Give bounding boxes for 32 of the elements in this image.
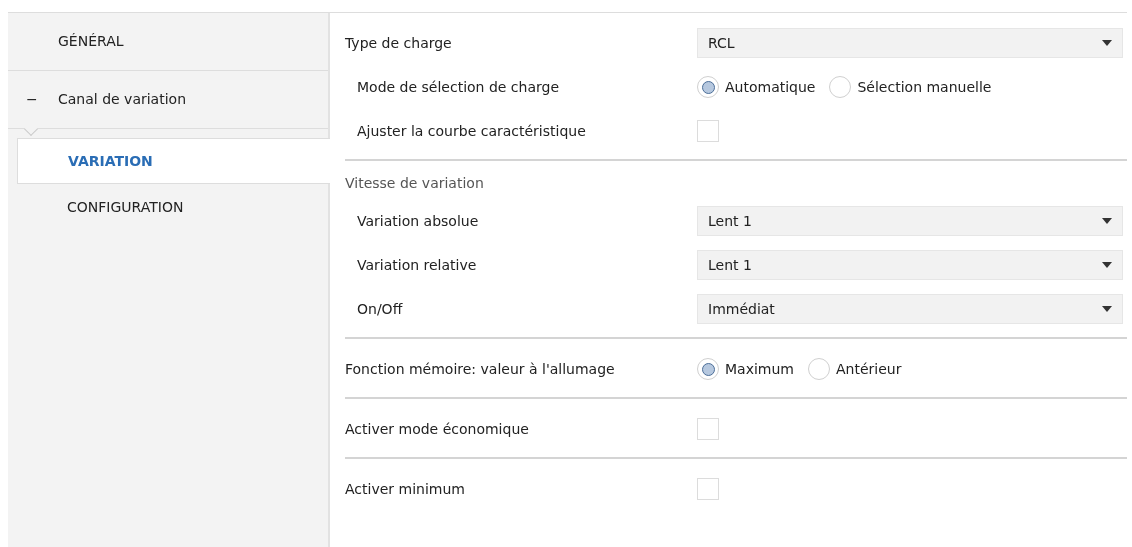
dropdown[interactable]: Lent 1: [697, 250, 1123, 280]
checkbox[interactable]: [697, 478, 719, 500]
field-label: Variation relative: [356, 255, 478, 275]
sidebar-subitem[interactable]: VARIATION: [17, 138, 330, 184]
radio-label[interactable]: Automatique: [725, 76, 816, 98]
field-label: Type de charge: [345, 33, 453, 53]
dropdown[interactable]: Lent 1: [697, 206, 1123, 236]
sidebar-item[interactable]: GÉNÉRAL: [8, 13, 328, 71]
radio-label[interactable]: Sélection manuelle: [857, 76, 992, 98]
field-label: Activer mode économique: [345, 419, 530, 439]
radio-label[interactable]: Antérieur: [836, 358, 902, 380]
sidebar-subitem[interactable]: CONFIGURATION: [17, 184, 328, 230]
field-label: Fonction mémoire: valeur à l'allumage: [345, 359, 616, 379]
caret-icon: [1102, 306, 1112, 312]
radio-button[interactable]: [808, 358, 830, 380]
dropdown[interactable]: RCL: [697, 28, 1123, 58]
caret-icon: [1102, 262, 1112, 268]
radio-button[interactable]: [697, 76, 719, 98]
field-label: On/Off: [356, 299, 404, 319]
caret-icon: [1102, 218, 1112, 224]
field-label: Variation absolue: [356, 211, 480, 231]
field-label: Ajuster la courbe caractéristique: [356, 121, 587, 141]
radio-label[interactable]: Maximum: [725, 358, 794, 380]
checkbox[interactable]: [697, 418, 719, 440]
caret-icon: [1102, 40, 1112, 46]
radio-button[interactable]: [829, 76, 852, 98]
section-heading: Vitesse de variation: [345, 173, 484, 193]
checkbox[interactable]: [697, 120, 719, 142]
dropdown[interactable]: Immédiat: [697, 294, 1123, 324]
radio-button[interactable]: [697, 358, 719, 380]
field-label: Activer minimum: [345, 479, 466, 499]
field-label: Mode de sélection de charge: [356, 77, 561, 97]
